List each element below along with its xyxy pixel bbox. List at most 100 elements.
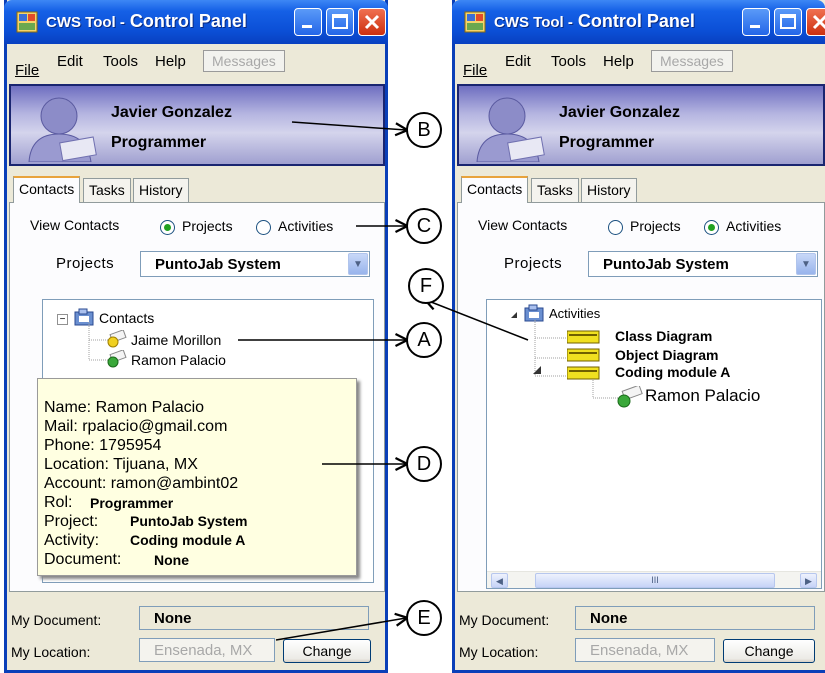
messages-button[interactable]: Messages [203, 50, 285, 72]
minimize-icon [750, 25, 760, 28]
expand-triangle-icon[interactable] [509, 310, 519, 320]
view-contacts-label: View Contacts [30, 217, 120, 233]
app-icon [16, 11, 38, 33]
contacts-tree[interactable]: − Contacts Jaime Morillon Ramon Palacio … [37, 299, 374, 583]
close-icon [812, 14, 825, 30]
maximize-icon [332, 14, 348, 29]
tree-item-ramon-palacio[interactable]: Ramon Palacio [131, 352, 226, 368]
close-button[interactable] [806, 8, 825, 36]
contact-yellow-icon [107, 330, 127, 348]
change-location-button[interactable]: Change [723, 639, 815, 663]
tab-history[interactable]: History [581, 178, 637, 202]
chevron-down-icon[interactable]: ▼ [796, 253, 816, 275]
minimize-button[interactable] [742, 8, 770, 36]
my-location-field[interactable]: Ensenada, MX [575, 638, 715, 662]
activities-tree[interactable]: Activities Class Diagram Object Diagram … [486, 299, 822, 589]
tree-item-object-diagram[interactable]: Object Diagram [615, 347, 718, 363]
tree-item-ramon-palacio[interactable]: Ramon Palacio [645, 386, 760, 406]
scroll-right-icon[interactable]: ▶ [800, 573, 817, 588]
projects-label: Projects [504, 255, 563, 272]
radio-projects-label[interactable]: Projects [630, 218, 681, 234]
close-button[interactable] [358, 8, 386, 36]
my-location-label: My Location: [459, 644, 539, 660]
tooltip-mail: Mail: rpalacio@gmail.com [44, 418, 228, 435]
contact-details-tooltip: Name: Ramon Palacio Mail: rpalacio@gmail… [37, 378, 357, 576]
my-location-label: My Location: [11, 644, 91, 660]
user-profile: Javier Gonzalez Programmer [9, 84, 385, 166]
tooltip-project-value: PuntoJab System [130, 513, 248, 529]
contact-green-icon [107, 350, 127, 368]
menu-tools[interactable]: Tools [103, 53, 138, 70]
maximize-button[interactable] [326, 8, 354, 36]
user-name: Javier Gonzalez [559, 104, 680, 121]
app-icon [464, 11, 486, 33]
radio-projects[interactable] [160, 220, 175, 235]
change-location-button[interactable]: Change [283, 639, 371, 663]
my-document-field: None [139, 606, 369, 630]
view-contacts-label: View Contacts [478, 217, 568, 233]
user-profile: Javier Gonzalez Programmer [457, 84, 825, 166]
user-role: Programmer [559, 134, 655, 151]
window-title: CWS Tool - Control Panel [46, 11, 247, 31]
radio-activities-label[interactable]: Activities [278, 218, 333, 234]
menu-edit[interactable]: Edit [505, 53, 531, 70]
tooltip-document-value: None [154, 552, 189, 568]
tab-contacts[interactable]: Contacts [461, 176, 529, 203]
tooltip-account: Account: ramon@ambint02 [44, 475, 239, 492]
chevron-down-icon[interactable]: ▼ [348, 253, 368, 275]
callout-a: A [406, 322, 442, 358]
menu-edit[interactable]: Edit [57, 53, 83, 70]
my-location-field[interactable]: Ensenada, MX [139, 638, 275, 662]
tooltip-project-label: Project: [44, 513, 99, 530]
maximize-icon [780, 14, 796, 29]
radio-projects[interactable] [608, 220, 623, 235]
user-avatar-icon [28, 97, 97, 162]
activity-folder-icon [566, 348, 601, 362]
tab-tasks[interactable]: Tasks [83, 178, 131, 202]
tooltip-name: Name: Ramon Palacio [44, 399, 205, 416]
maximize-button[interactable] [774, 8, 802, 36]
collapse-triangle-icon[interactable] [531, 364, 543, 376]
menu-help[interactable]: Help [155, 53, 186, 70]
project-select-value: PuntoJab System [155, 256, 281, 273]
project-select[interactable]: PuntoJab System ▼ [140, 251, 370, 277]
projects-label: Projects [56, 255, 115, 272]
tab-history[interactable]: History [133, 178, 189, 202]
callout-b: B [406, 112, 442, 148]
collapse-icon[interactable]: − [57, 314, 68, 325]
tab-tasks[interactable]: Tasks [531, 178, 579, 202]
contact-green-icon [617, 386, 643, 408]
menu-bar: File Edit Tools Help Messages [455, 44, 825, 79]
tree-item-jaime-morillon[interactable]: Jaime Morillon [131, 332, 221, 348]
minimize-icon [302, 25, 312, 28]
user-avatar-icon [476, 97, 545, 162]
radio-activities[interactable] [704, 220, 719, 235]
contacts-panel: View Contacts Projects Activities Projec… [457, 202, 825, 592]
scroll-thumb[interactable]: III [535, 573, 775, 588]
my-document-label: My Document: [459, 612, 550, 628]
radio-activities[interactable] [256, 220, 271, 235]
tab-contacts[interactable]: Contacts [13, 176, 81, 203]
minimize-button[interactable] [294, 8, 322, 36]
project-select[interactable]: PuntoJab System ▼ [588, 251, 818, 277]
tree-item-coding-module-a[interactable]: Coding module A [615, 364, 730, 380]
menu-tools[interactable]: Tools [551, 53, 586, 70]
scroll-left-icon[interactable]: ◀ [491, 573, 508, 588]
tree-item-class-diagram[interactable]: Class Diagram [615, 328, 712, 344]
activity-folder-icon [566, 330, 601, 344]
callout-e: E [406, 600, 442, 636]
radio-activities-label[interactable]: Activities [726, 218, 781, 234]
menu-help[interactable]: Help [603, 53, 634, 70]
tooltip-activity-value: Coding module A [130, 532, 246, 548]
callout-c: C [406, 208, 442, 244]
messages-button[interactable]: Messages [651, 50, 733, 72]
radio-projects-label[interactable]: Projects [182, 218, 233, 234]
title-bar[interactable]: CWS Tool - Control Panel [4, 0, 388, 44]
menu-bar: File Edit Tools Help Messages [7, 44, 385, 79]
horizontal-scrollbar[interactable]: ◀ III ▶ [487, 571, 821, 588]
title-bar[interactable]: CWS Tool - Control Panel [452, 0, 825, 44]
project-select-value: PuntoJab System [603, 256, 729, 273]
tooltip-rol-value: Programmer [90, 495, 174, 511]
tree-root-activities[interactable]: Activities [549, 306, 600, 321]
my-document-field: None [575, 606, 815, 630]
